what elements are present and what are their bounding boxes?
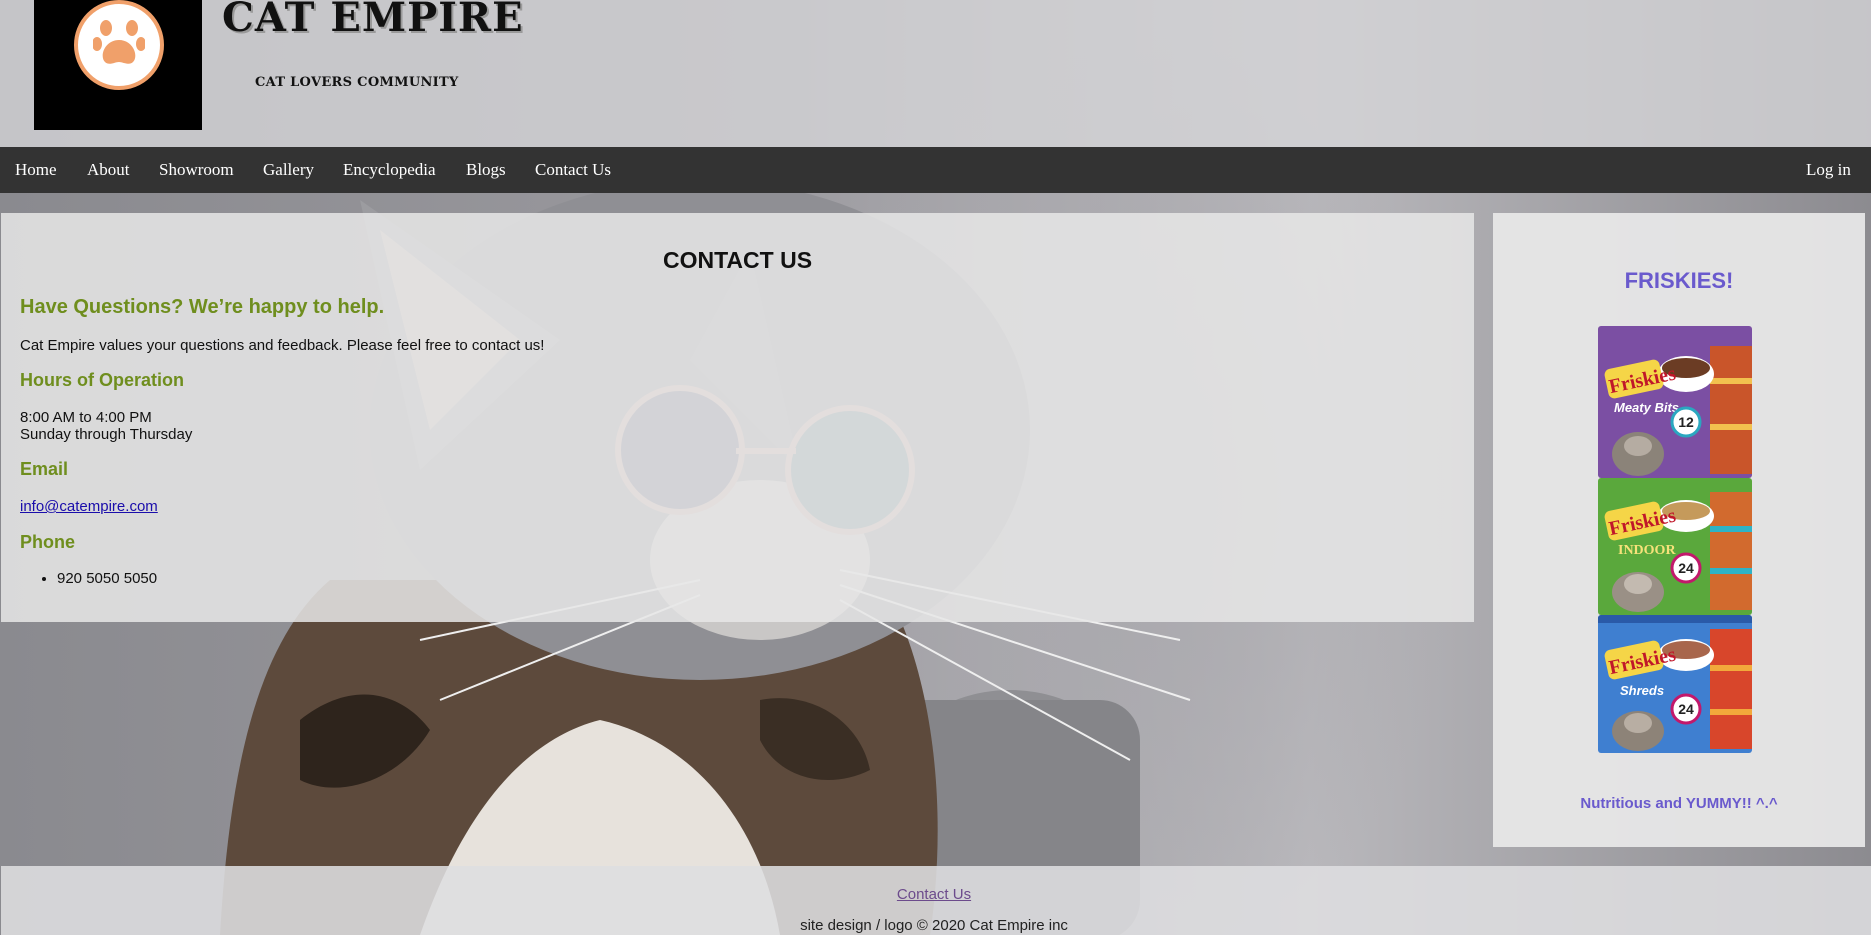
top-navigation-bar: Home About Showroom Gallery Encyclopedia…: [0, 147, 1871, 193]
footer-copyright: site design / logo © 2020 Cat Empire inc: [800, 917, 1068, 934]
product-count-label: 24: [1678, 701, 1694, 717]
contact-panel: CONTACT US Have Questions? We’re happy t…: [1, 213, 1474, 622]
product-variety-label: INDOOR: [1618, 543, 1676, 558]
sidebar-ad: FRISKIES! Friskies Meaty Bits 12 Friskie…: [1493, 213, 1865, 847]
product-count-label: 24: [1678, 560, 1694, 576]
nav-item-gallery[interactable]: Gallery: [263, 147, 314, 193]
nav-item-showroom[interactable]: Showroom: [159, 147, 234, 193]
product-image-shreds[interactable]: Friskies Shreds 24: [1598, 615, 1752, 753]
site-title: CAT EMPIRE: [222, 0, 524, 41]
phone-heading: Phone: [20, 532, 76, 552]
product-variety-label: Shreds: [1620, 683, 1664, 698]
hours-time: 8:00 AM to 4:00 PM: [20, 409, 152, 426]
nav-item-blogs[interactable]: Blogs: [466, 147, 506, 193]
nav-item-contact-us[interactable]: Contact Us: [535, 147, 611, 193]
ad-title: FRISKIES!: [1624, 268, 1734, 293]
site-logo[interactable]: [34, 0, 202, 130]
product-image-indoor[interactable]: Friskies INDOOR 24: [1598, 478, 1752, 615]
hours-heading: Hours of Operation: [20, 370, 185, 390]
footer-contact-link[interactable]: Contact Us: [1, 886, 1867, 903]
product-image-meaty-bits[interactable]: Friskies Meaty Bits 12: [1598, 326, 1752, 478]
hours-days: Sunday through Thursday: [20, 426, 193, 443]
intro-heading: Have Questions? We’re happy to help.: [20, 296, 385, 318]
nav-item-home[interactable]: Home: [15, 147, 57, 193]
email-heading: Email: [20, 459, 69, 479]
email-link[interactable]: info@catempire.com: [20, 498, 158, 515]
phone-list: 920 5050 5050: [20, 570, 157, 587]
page-title: CONTACT US: [662, 247, 813, 273]
site-tagline: CAT LOVERS COMMUNITY: [255, 75, 459, 90]
ad-caption: Nutritious and YUMMY!! ^.^: [1580, 795, 1778, 812]
nav-item-encyclopedia[interactable]: Encyclopedia: [343, 147, 436, 193]
product-count-label: 12: [1678, 414, 1694, 430]
nav-item-about[interactable]: About: [87, 147, 130, 193]
login-link[interactable]: Log in: [1806, 147, 1851, 193]
paw-icon: [74, 0, 164, 90]
intro-text: Cat Empire values your questions and fee…: [20, 337, 545, 354]
product-variety-label: Meaty Bits: [1614, 400, 1679, 415]
site-header: CAT EMPIRE CAT LOVERS COMMUNITY: [0, 0, 1871, 147]
site-footer: Contact Us site design / logo © 2020 Cat…: [1, 866, 1871, 935]
phone-number: 920 5050 5050: [57, 570, 157, 587]
